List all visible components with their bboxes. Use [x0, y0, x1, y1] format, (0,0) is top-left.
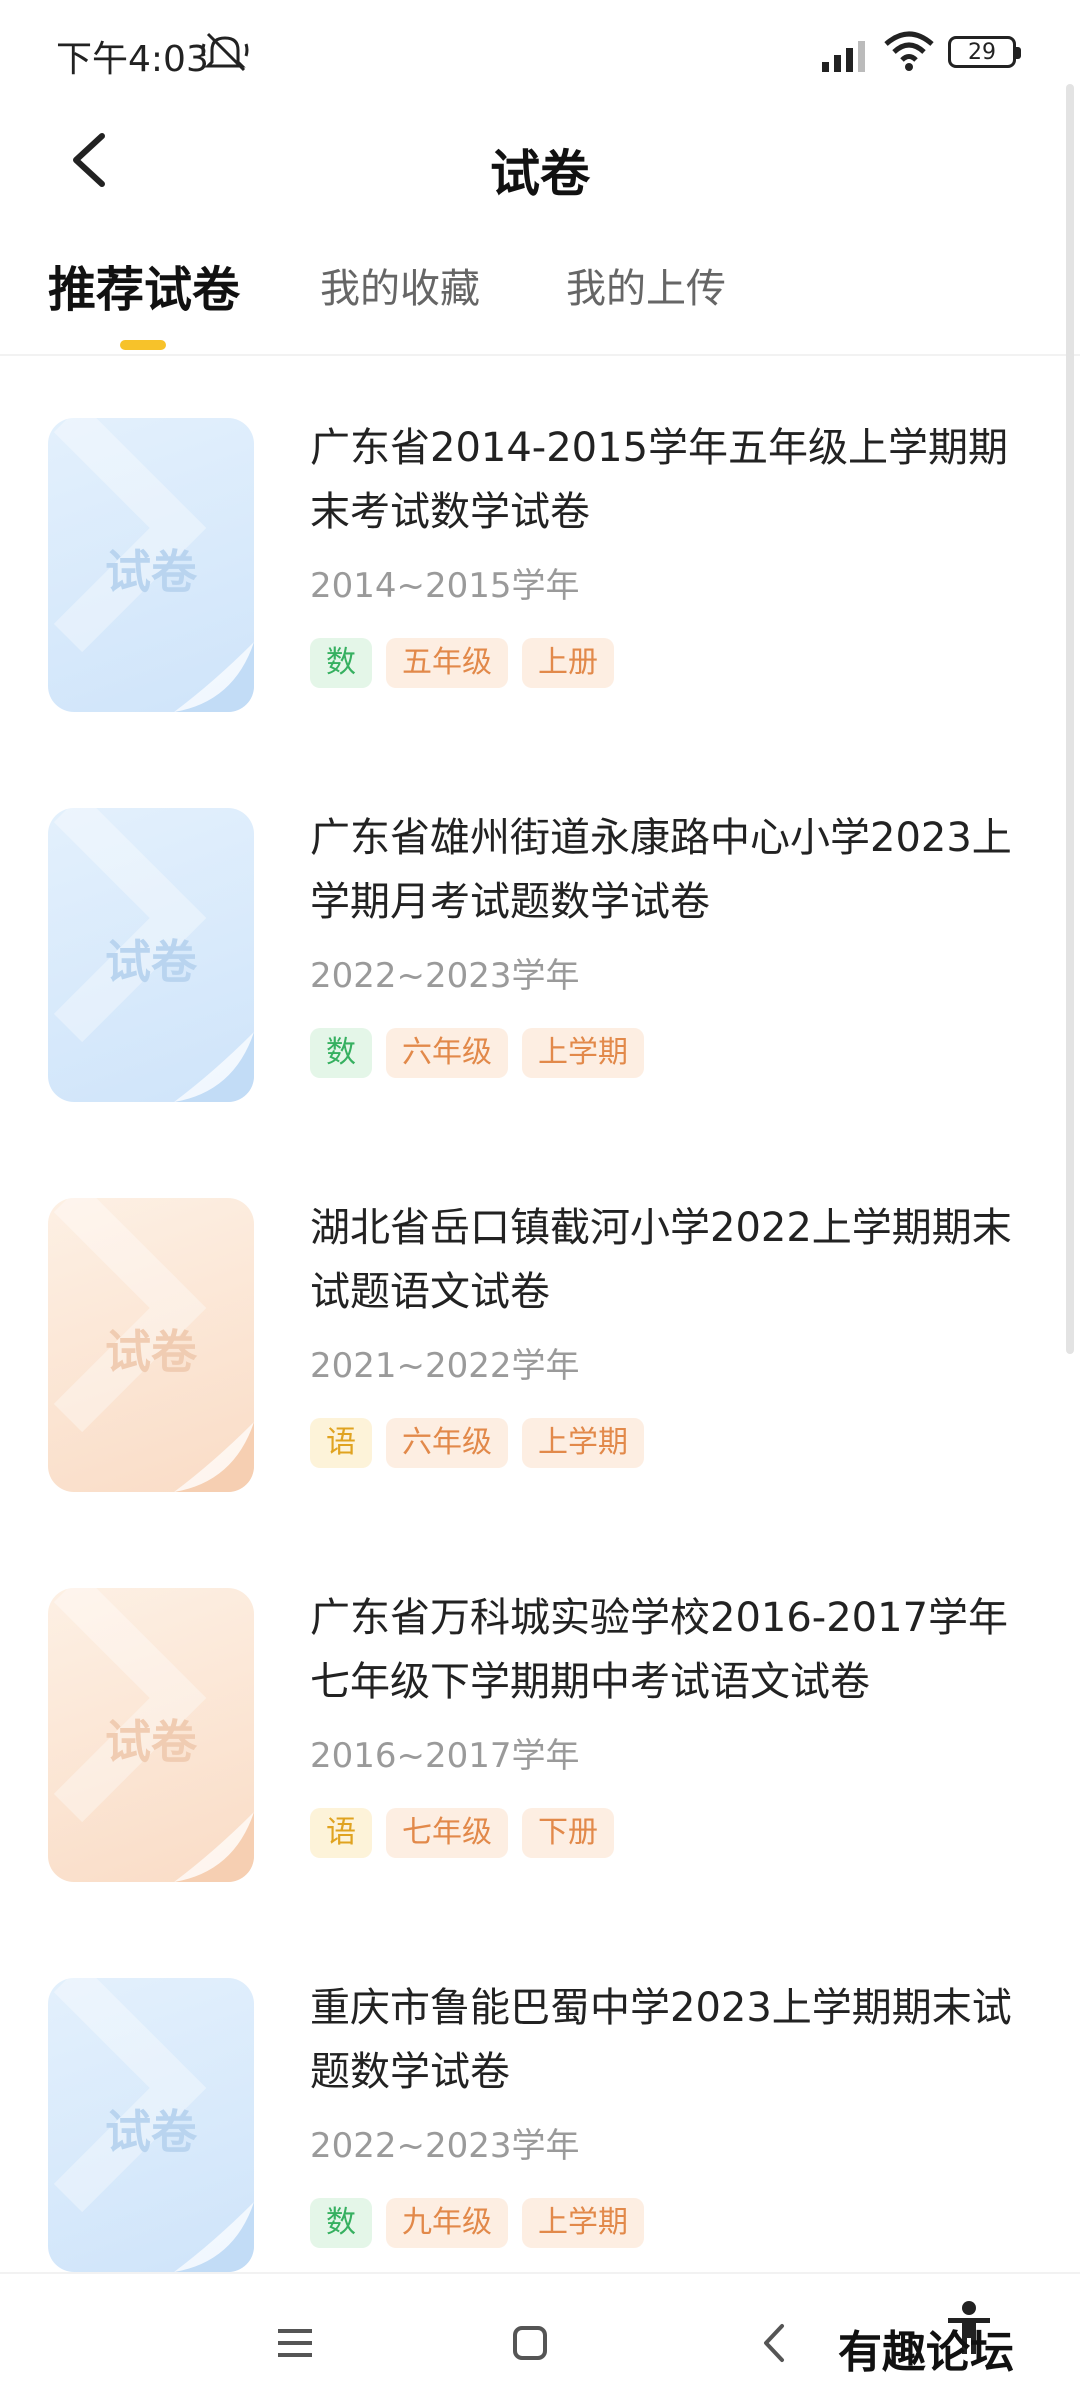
- paper-list-item[interactable]: 试卷 湖北省岳口镇截河小学2022上学期期末试题语文试卷 2021~2022学年…: [0, 1160, 1080, 1550]
- thumbnail-label: 试卷: [105, 1325, 197, 1379]
- paper-thumbnail: 试卷: [48, 418, 254, 712]
- page-curl-icon: [174, 1032, 254, 1102]
- header: 试卷: [0, 100, 1080, 220]
- paper-tags: 语 六年级 上学期: [310, 1418, 644, 1468]
- status-time: 下午4:03: [56, 39, 209, 80]
- page-curl-icon: [174, 642, 254, 712]
- term-tag: 上学期: [522, 1028, 644, 1078]
- paper-thumbnail: 试卷: [48, 1588, 254, 1882]
- paper-list-item[interactable]: 试卷 广东省万科城实验学校2016-2017学年七年级下学期期中考试语文试卷 2…: [0, 1550, 1080, 1940]
- paper-tags: 语 七年级 下册: [310, 1808, 614, 1858]
- paper-title: 广东省雄州街道永康路中心小学2023上学期月考试题数学试卷: [310, 815, 1012, 925]
- battery-indicator: 29: [948, 36, 1021, 68]
- paper-year: 2014~2015学年: [310, 566, 580, 606]
- tab-bar: 推荐试卷 我的收藏 我的上传: [0, 240, 1080, 356]
- subject-tag: 数: [310, 1028, 372, 1078]
- page-title: 试卷: [490, 145, 590, 203]
- nav-back-icon[interactable]: [750, 2318, 800, 2368]
- grade-tag: 六年级: [386, 1028, 508, 1078]
- page-curl-icon: [174, 1422, 254, 1492]
- paper-thumbnail: 试卷: [48, 808, 254, 1102]
- menu-icon[interactable]: [270, 2318, 320, 2368]
- wifi-icon: [884, 31, 934, 71]
- tab-uploads[interactable]: 我的上传: [566, 256, 726, 314]
- page-curl-icon: [174, 2202, 254, 2272]
- tab-recommended[interactable]: 推荐试卷: [48, 250, 240, 320]
- subject-tag: 语: [310, 1418, 372, 1468]
- paper-year: 2016~2017学年: [310, 1736, 580, 1776]
- signal-icon: [822, 41, 865, 72]
- tab-indicator: [120, 340, 166, 350]
- tab-favorites[interactable]: 我的收藏: [320, 256, 480, 314]
- paper-year: 2022~2023学年: [310, 956, 580, 996]
- paper-thumbnail: 试卷: [48, 1198, 254, 1492]
- paper-title: 湖北省岳口镇截河小学2022上学期期末试题语文试卷: [310, 1205, 1012, 1315]
- term-tag: 上学期: [522, 1418, 644, 1468]
- bell-muted-icon: [201, 32, 249, 72]
- paper-thumbnail: 试卷: [48, 1978, 254, 2272]
- grade-tag: 六年级: [386, 1418, 508, 1468]
- thumbnail-label: 试卷: [105, 2105, 197, 2159]
- status-bar: 下午4:03 29: [0, 0, 1080, 100]
- paper-title: 广东省2014-2015学年五年级上学期期末考试数学试卷: [310, 425, 1009, 535]
- paper-tags: 数 五年级 上册: [310, 638, 614, 688]
- watermark-text: 有趣论坛: [838, 2327, 1014, 2378]
- term-tag: 上学期: [522, 2198, 644, 2248]
- subject-tag: 数: [310, 638, 372, 688]
- grade-tag: 七年级: [386, 1808, 508, 1858]
- thumbnail-label: 试卷: [105, 545, 197, 599]
- term-tag: 下册: [522, 1808, 614, 1858]
- subject-tag: 语: [310, 1808, 372, 1858]
- home-icon[interactable]: [505, 2318, 555, 2368]
- paper-list-item[interactable]: 试卷 广东省2014-2015学年五年级上学期期末考试数学试卷 2014~201…: [0, 380, 1080, 770]
- grade-tag: 五年级: [386, 638, 508, 688]
- page-curl-icon: [174, 1812, 254, 1882]
- paper-year: 2021~2022学年: [310, 1346, 580, 1386]
- paper-tags: 数 六年级 上学期: [310, 1028, 644, 1078]
- paper-title: 重庆市鲁能巴蜀中学2023上学期期末试题数学试卷: [310, 1985, 1012, 2095]
- grade-tag: 九年级: [386, 2198, 508, 2248]
- subject-tag: 数: [310, 2198, 372, 2248]
- thumbnail-label: 试卷: [105, 1715, 197, 1769]
- term-tag: 上册: [522, 638, 614, 688]
- paper-tags: 数 九年级 上学期: [310, 2198, 644, 2248]
- paper-list-item[interactable]: 试卷 广东省雄州街道永康路中心小学2023上学期月考试题数学试卷 2022~20…: [0, 770, 1080, 1160]
- thumbnail-label: 试卷: [105, 935, 197, 989]
- paper-year: 2022~2023学年: [310, 2126, 580, 2166]
- paper-title: 广东省万科城实验学校2016-2017学年七年级下学期期中考试语文试卷: [310, 1595, 1009, 1705]
